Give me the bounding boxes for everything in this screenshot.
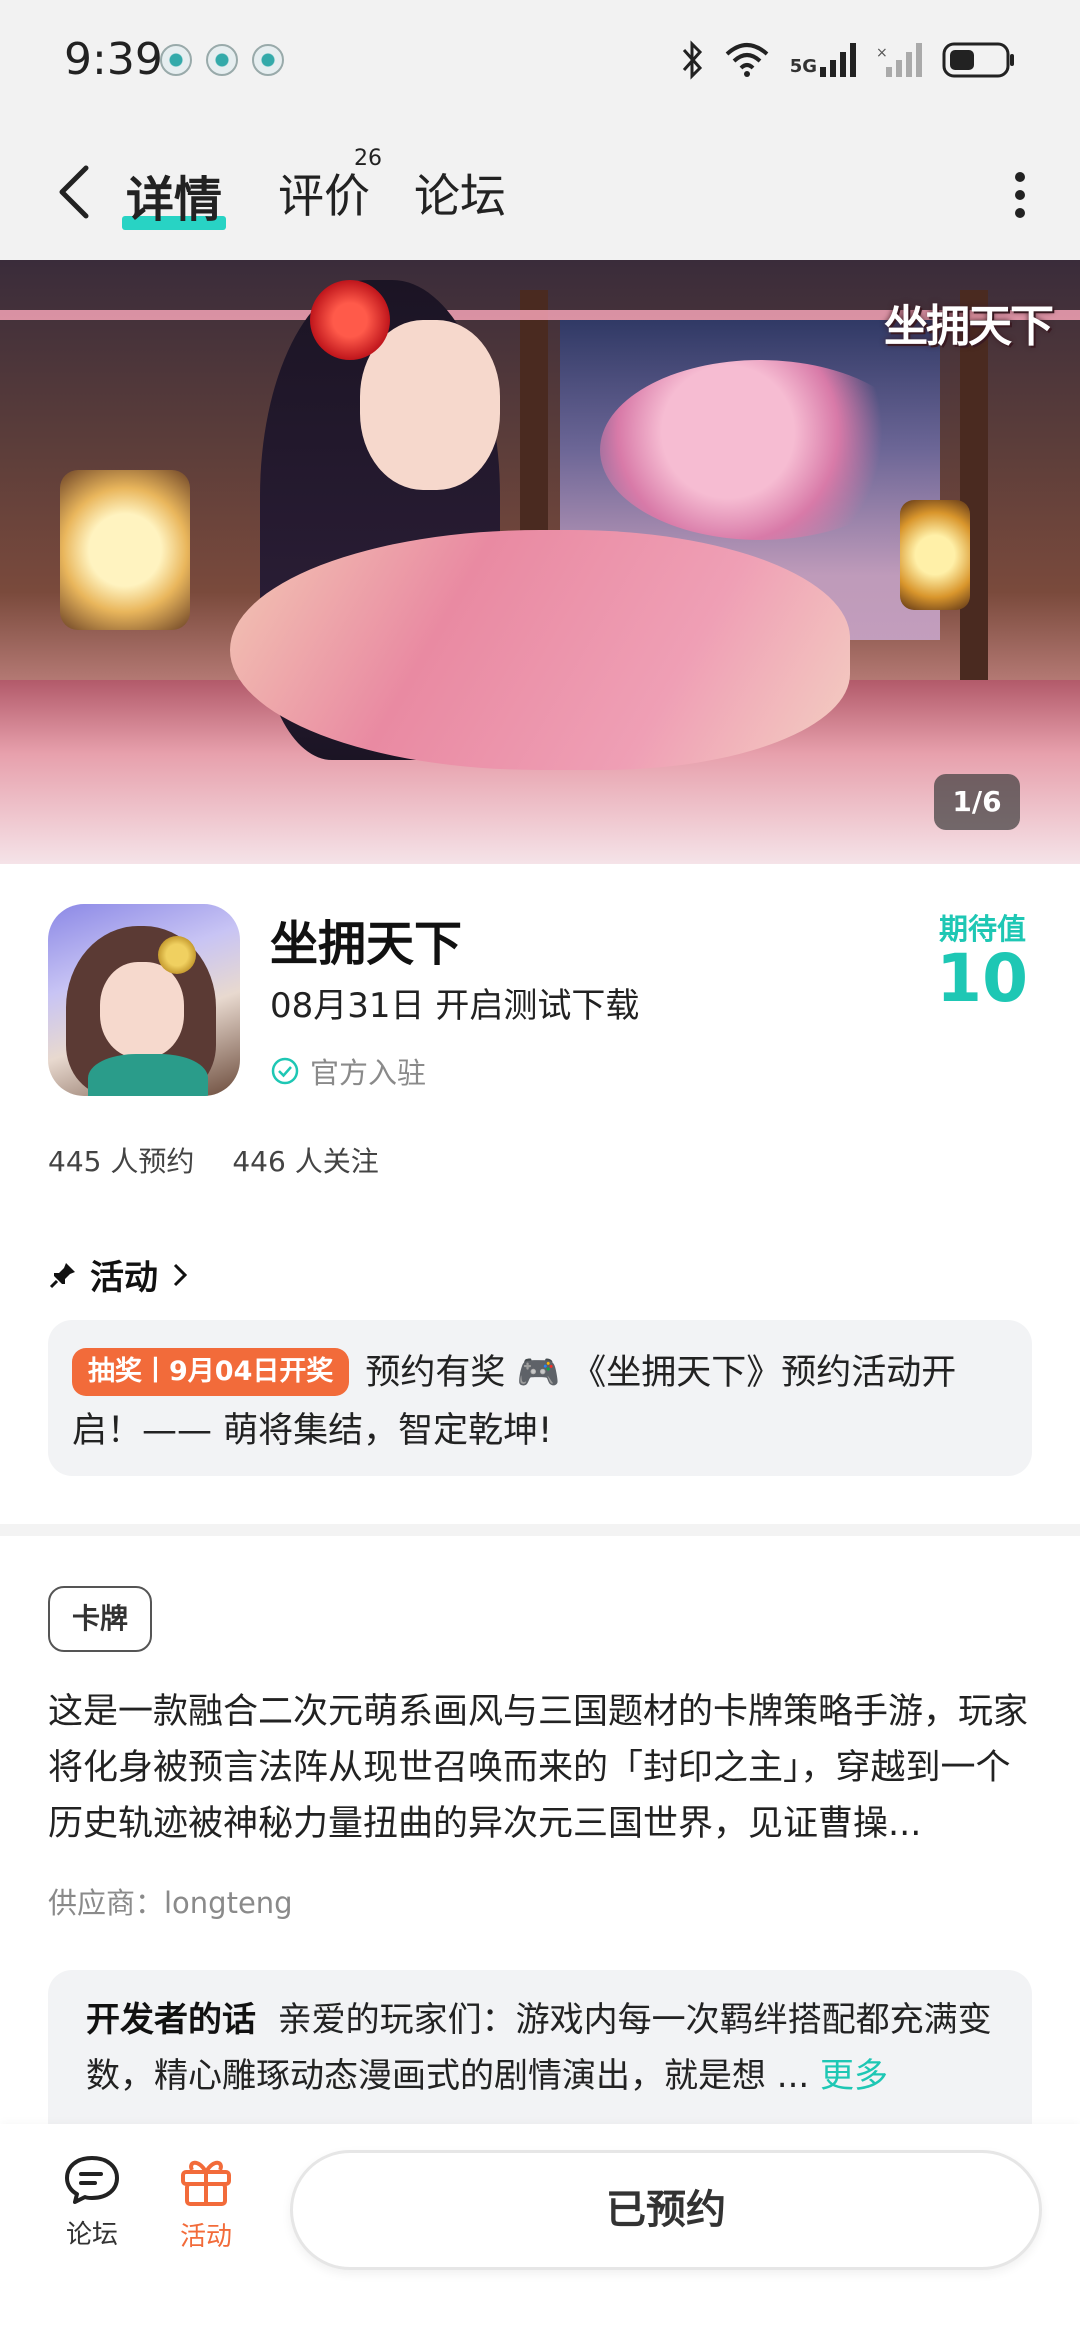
wifi-icon — [725, 43, 769, 77]
status-indicators: 5G × — [680, 40, 1016, 80]
notification-icon — [252, 44, 284, 76]
screenshot-carousel[interactable]: 坐拥天下 1/6 — [0, 260, 1080, 864]
more-options-icon[interactable] — [1012, 164, 1028, 224]
more-link[interactable]: 更多 — [820, 2056, 888, 2096]
verified-check-icon — [271, 1057, 299, 1085]
game-description[interactable]: 这是一款融合二次元萌系画风与三国题材的卡牌策略手游，玩家将化身被预言法阵从现世召… — [48, 1684, 1032, 1852]
pin-icon — [49, 1262, 75, 1288]
reserved-button[interactable]: 已预约 — [290, 2150, 1042, 2270]
reservation-count: 445 人预约 — [48, 1145, 195, 1178]
carousel-counter: 1/6 — [934, 774, 1020, 830]
bottom-action-bar: 论坛 活动 已预约 — [0, 2124, 1080, 2340]
signal-5g-icon: 5G — [790, 43, 856, 77]
tab-details[interactable]: 详情 — [126, 160, 222, 230]
supplier-info: 供应商：longteng — [48, 1886, 293, 1920]
game-app-icon — [48, 904, 240, 1096]
bluetooth-icon — [682, 40, 702, 80]
lottery-badge: 抽奖丨9月04日开奖 — [72, 1348, 350, 1396]
game-stats: 445 人预约 446 人关注 — [48, 1140, 379, 1180]
official-badge: 官方入驻 — [270, 1050, 426, 1092]
notification-icons — [160, 44, 284, 76]
test-date: 08月31日 开启测试下载 — [270, 986, 640, 1026]
tab-forum[interactable]: 论坛 — [414, 160, 506, 226]
genre-tag[interactable]: 卡牌 — [48, 1586, 153, 1652]
svg-text:×: × — [876, 45, 888, 61]
expectation-score: 10 — [936, 940, 1028, 1017]
banner-character — [230, 530, 850, 770]
status-time: 9:39 — [64, 34, 163, 85]
notification-icon — [160, 44, 192, 76]
battery-icon — [942, 42, 1014, 78]
bottom-activity-button[interactable]: 活动 — [156, 2154, 256, 2253]
notification-icon — [206, 44, 238, 76]
game-title: 坐拥天下 — [270, 916, 463, 972]
gift-icon — [181, 2160, 231, 2206]
status-bar: 9:39 5G × — [0, 0, 1080, 124]
forum-chat-icon — [65, 2156, 119, 2204]
banner-game-logo: 坐拥天下 — [884, 301, 1054, 352]
activity-card[interactable]: 抽奖丨9月04日开奖 预约有奖 🎮 《坐拥天下》预约活动开启！—— 萌将集结，智定… — [48, 1320, 1032, 1476]
chevron-right-icon — [173, 1263, 188, 1286]
top-navigation: 详情 评价 26 论坛 — [0, 124, 1080, 260]
developer-note-card[interactable]: 开发者的话 亲爱的玩家们：游戏内每一次羁绊搭配都充满变数，精心雕琢动态漫画式的剧… — [48, 1970, 1032, 2130]
activity-section-header[interactable]: 活动 — [48, 1250, 190, 1299]
developer-note-label: 开发者的话 — [86, 2000, 256, 2040]
bottom-forum-button[interactable]: 论坛 — [42, 2154, 142, 2251]
signal-icon: × — [876, 43, 922, 77]
back-arrow-icon[interactable] — [52, 162, 96, 222]
lantern-image — [60, 470, 190, 630]
follower-count: 446 人关注 — [232, 1145, 379, 1178]
section-divider — [0, 1524, 1080, 1536]
review-count-badge: 26 — [354, 146, 382, 171]
